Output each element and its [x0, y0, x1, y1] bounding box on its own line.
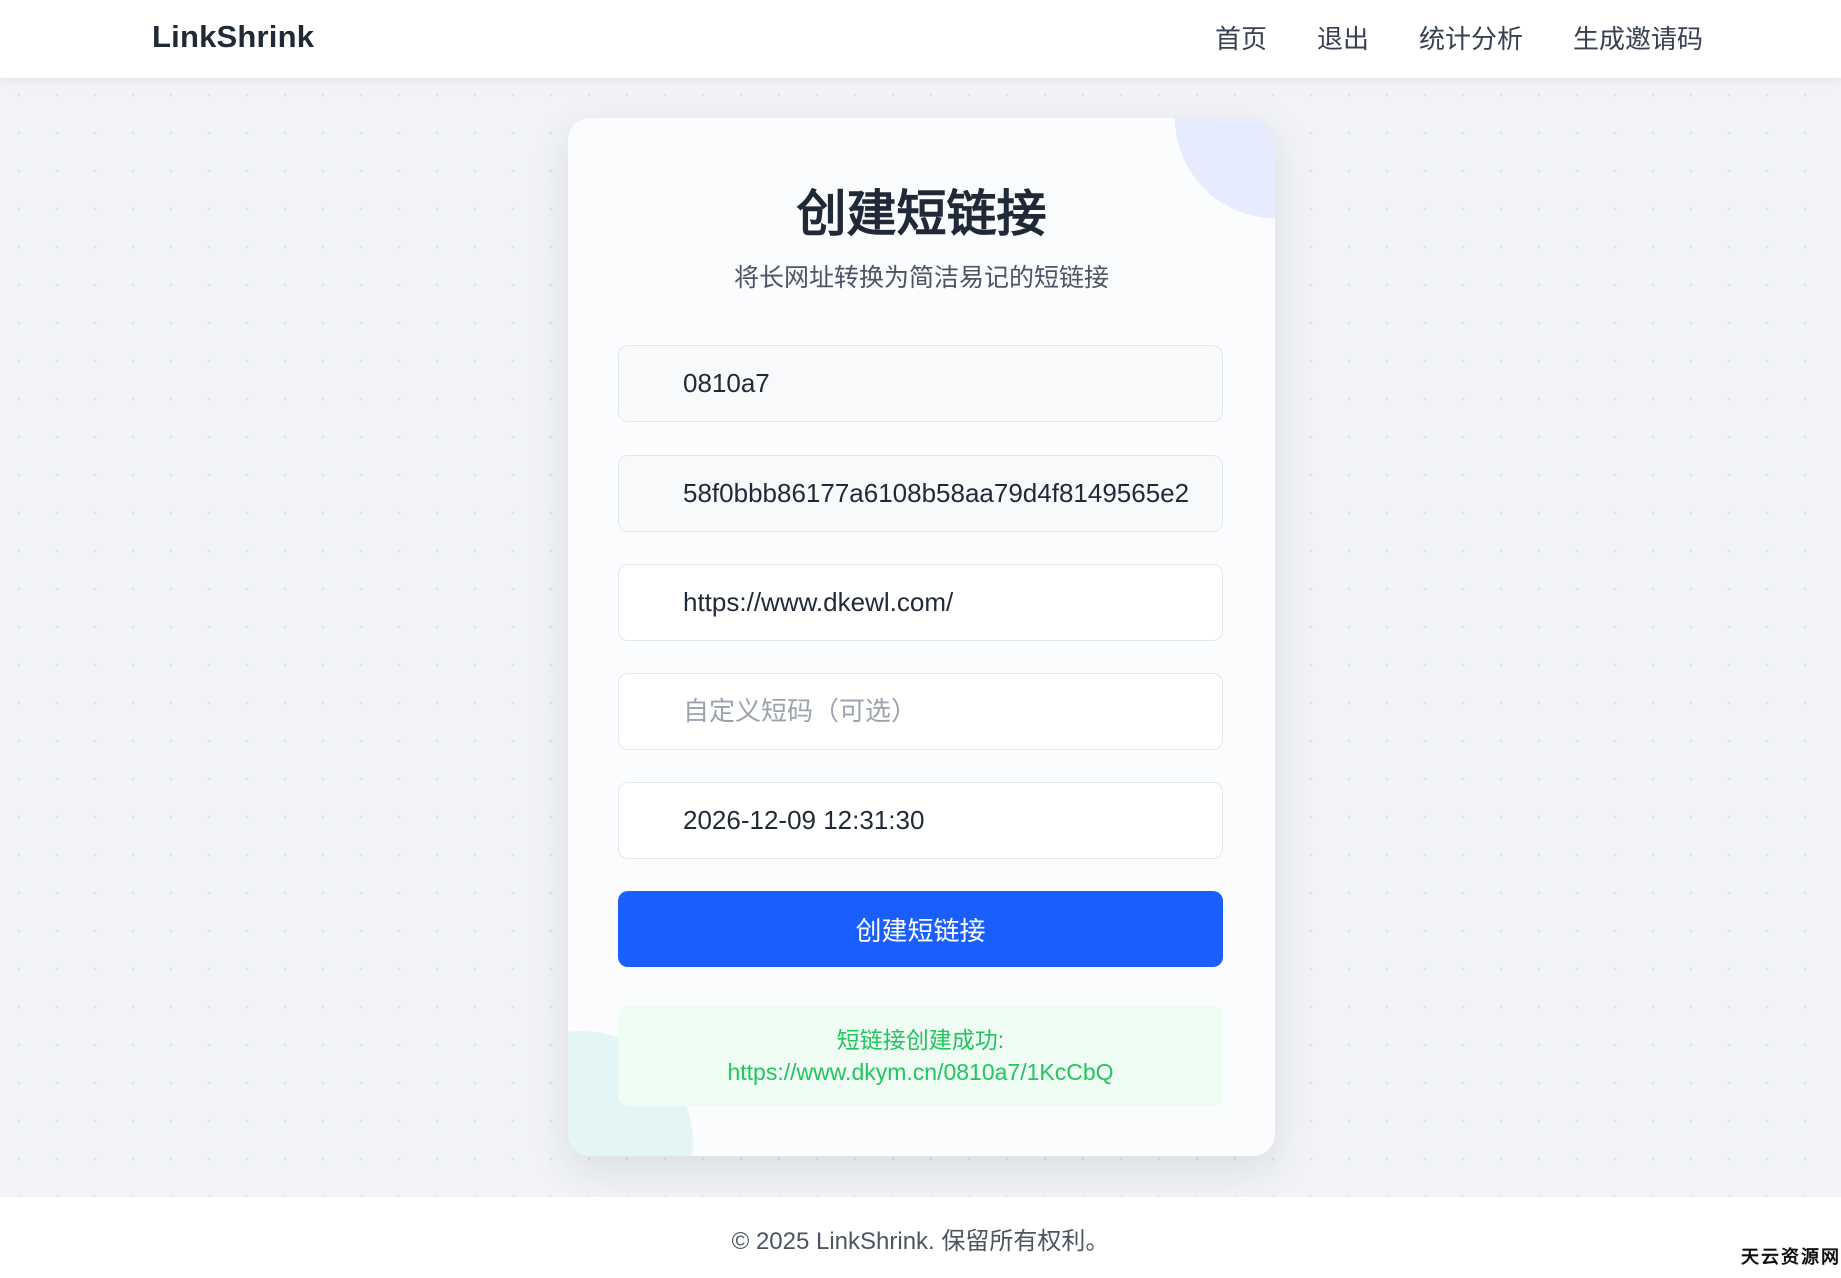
page-footer: © 2025 LinkShrink. 保留所有权利。 天云资源网 [0, 1197, 1841, 1278]
success-message-box: 短链接创建成功: https://www.dkym.cn/0810a7/1KcC… [618, 1006, 1223, 1106]
user-id-field[interactable] [618, 345, 1223, 422]
site-watermark: 天云资源网 [1741, 1247, 1841, 1267]
expire-time-input[interactable] [618, 782, 1223, 859]
nav-invite-link[interactable]: 生成邀请码 [1573, 19, 1703, 56]
create-link-card: 创建短链接 将长网址转换为简洁易记的短链接 创建短链接 短链接创建成功: htt… [568, 118, 1275, 1156]
nav-stats-link[interactable]: 统计分析 [1419, 19, 1523, 56]
page-title: 创建短链接 [796, 186, 1047, 242]
long-url-input[interactable] [618, 564, 1223, 641]
top-navbar: LinkShrink 首页 退出 统计分析 生成邀请码 [0, 0, 1841, 78]
page-subtitle: 将长网址转换为简洁易记的短链接 [733, 264, 1109, 292]
brand-logo[interactable]: LinkShrink [152, 19, 314, 55]
token-field[interactable] [618, 455, 1223, 532]
main-nav: 首页 退出 统计分析 生成邀请码 [1215, 19, 1703, 56]
copyright-text: © 2025 LinkShrink. 保留所有权利。 [731, 1228, 1110, 1255]
custom-code-input[interactable] [618, 673, 1223, 750]
success-message: 短链接创建成功: [836, 1027, 1005, 1053]
create-link-button[interactable]: 创建短链接 [618, 891, 1223, 967]
nav-logout-link[interactable]: 退出 [1317, 19, 1369, 56]
nav-home-link[interactable]: 首页 [1215, 19, 1267, 56]
short-url-link[interactable]: https://www.dkym.cn/0810a7/1KcCbQ [618, 1056, 1223, 1088]
